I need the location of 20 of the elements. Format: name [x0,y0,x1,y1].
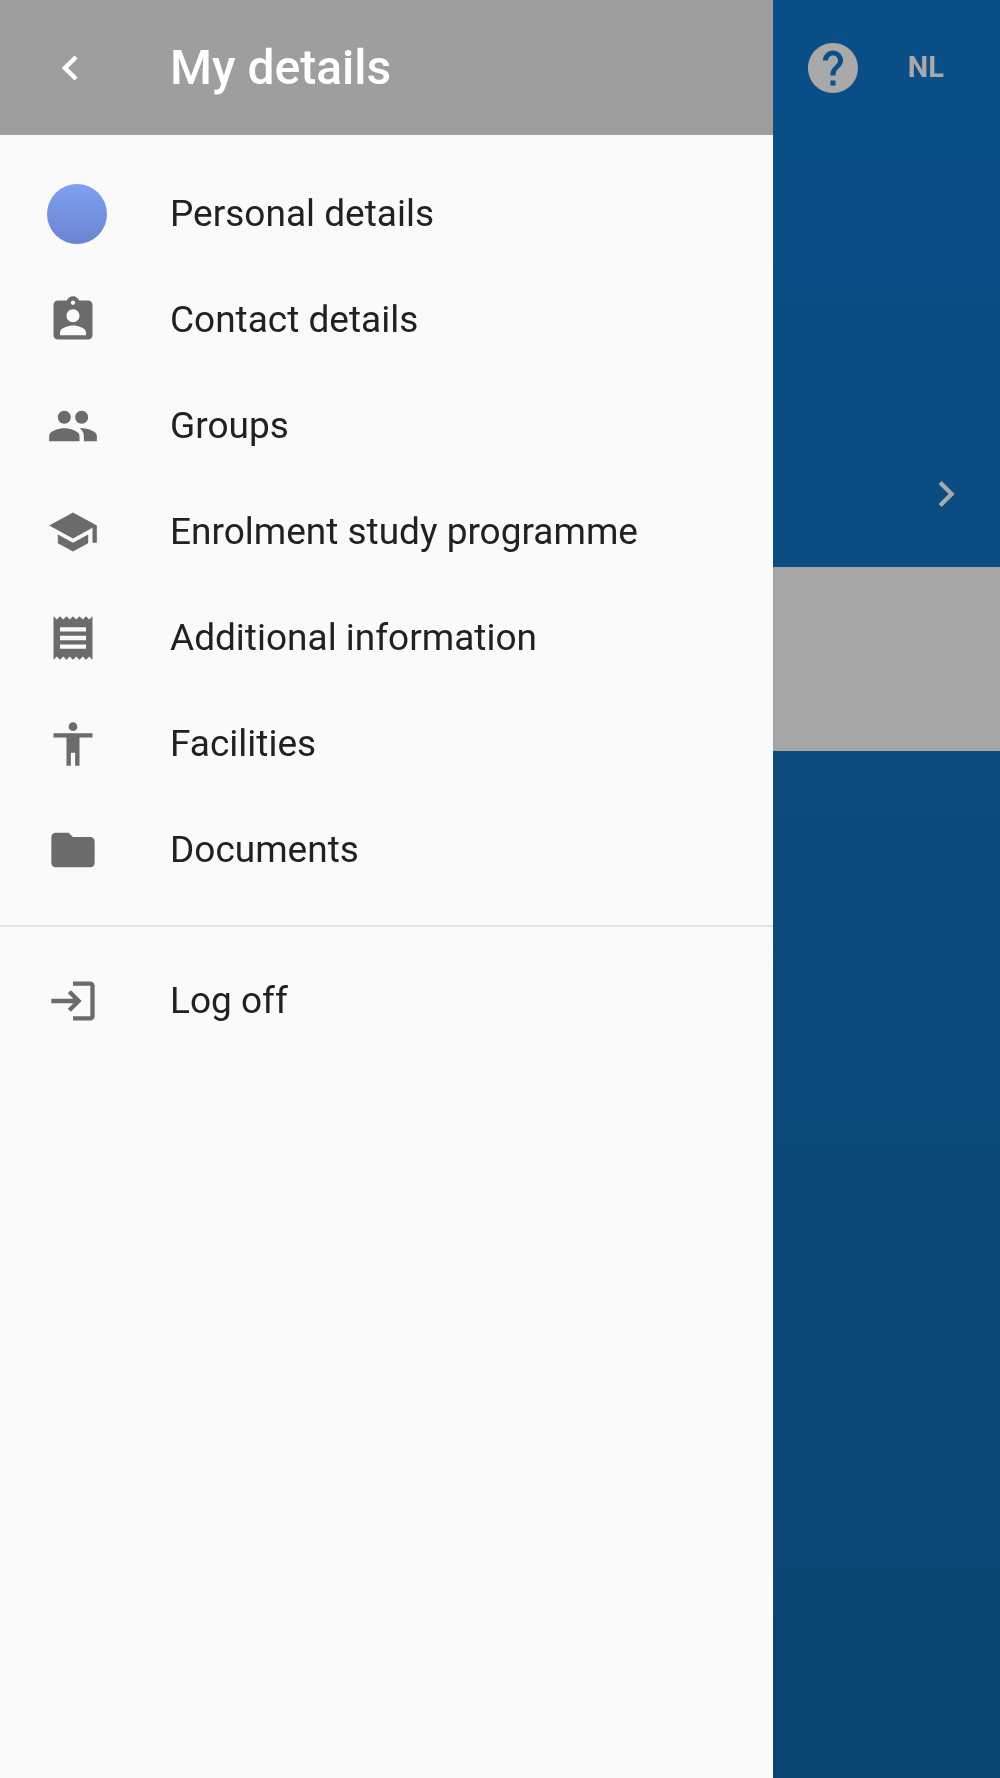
menu-item-label: Enrolment study programme [170,509,638,556]
avatar-icon [47,184,107,244]
menu-item-label: Log off [170,978,288,1025]
drawer-title: My details [170,37,392,98]
menu-item-label: Groups [170,403,289,450]
menu-item-label: Facilities [170,721,317,768]
menu-item[interactable]: Personal details [0,161,773,267]
menu-item[interactable]: Enrolment study programme [0,479,773,585]
menu-item-label: Additional information [170,615,537,662]
menu-item[interactable]: Contact details [0,267,773,373]
back-icon [61,53,79,82]
language-toggle[interactable]: NL [907,45,944,90]
menu-item[interactable]: Log off [0,948,773,1054]
menu-item-label: Documents [170,827,359,874]
menu-item[interactable]: Documents [0,797,773,903]
menu-item[interactable]: Additional information [0,585,773,691]
menu-item-label: Personal details [170,191,434,238]
menu-item[interactable]: Facilities [0,691,773,797]
menu-item[interactable]: Groups [0,373,773,479]
menu-item-label: Contact details [170,297,419,344]
